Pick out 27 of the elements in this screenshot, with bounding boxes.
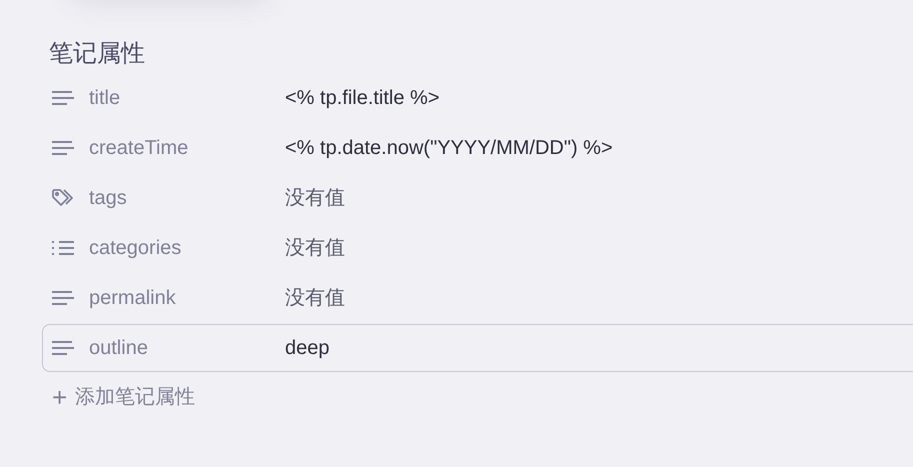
text-lines-icon [51, 340, 75, 356]
tag-icon [51, 188, 76, 208]
text-lines-icon [51, 290, 75, 306]
property-key: permalink [89, 283, 285, 313]
property-value[interactable]: <% tp.date.now("YYYY/MM/DD") %> [285, 133, 613, 163]
property-value[interactable]: deep [285, 333, 330, 363]
property-key: categories [89, 233, 285, 263]
property-row[interactable]: permalink 没有值 [42, 274, 913, 322]
property-key: outline [89, 333, 285, 363]
property-value[interactable]: 没有值 [285, 233, 345, 263]
plus-icon: + [52, 384, 68, 410]
property-value[interactable]: <% tp.file.title %> [285, 83, 440, 113]
property-row[interactable]: tags 没有值 [42, 174, 913, 222]
property-row[interactable]: outline deep [42, 324, 913, 372]
property-key: tags [89, 183, 285, 213]
list-icon [51, 240, 75, 256]
section-heading: 笔记属性 [48, 39, 146, 69]
property-value[interactable]: 没有值 [285, 183, 345, 213]
text-lines-icon [51, 140, 75, 156]
property-row[interactable]: title <% tp.file.title %> [42, 74, 913, 122]
add-property-button[interactable]: + 添加笔记属性 [48, 380, 200, 414]
property-key: createTime [89, 133, 285, 163]
text-lines-icon [51, 90, 75, 106]
property-row[interactable]: createTime <% tp.date.now("YYYY/MM/DD") %> [42, 124, 913, 172]
property-value[interactable]: 没有值 [285, 283, 345, 313]
property-row[interactable]: categories 没有值 [42, 224, 913, 272]
property-key: title [89, 83, 285, 113]
